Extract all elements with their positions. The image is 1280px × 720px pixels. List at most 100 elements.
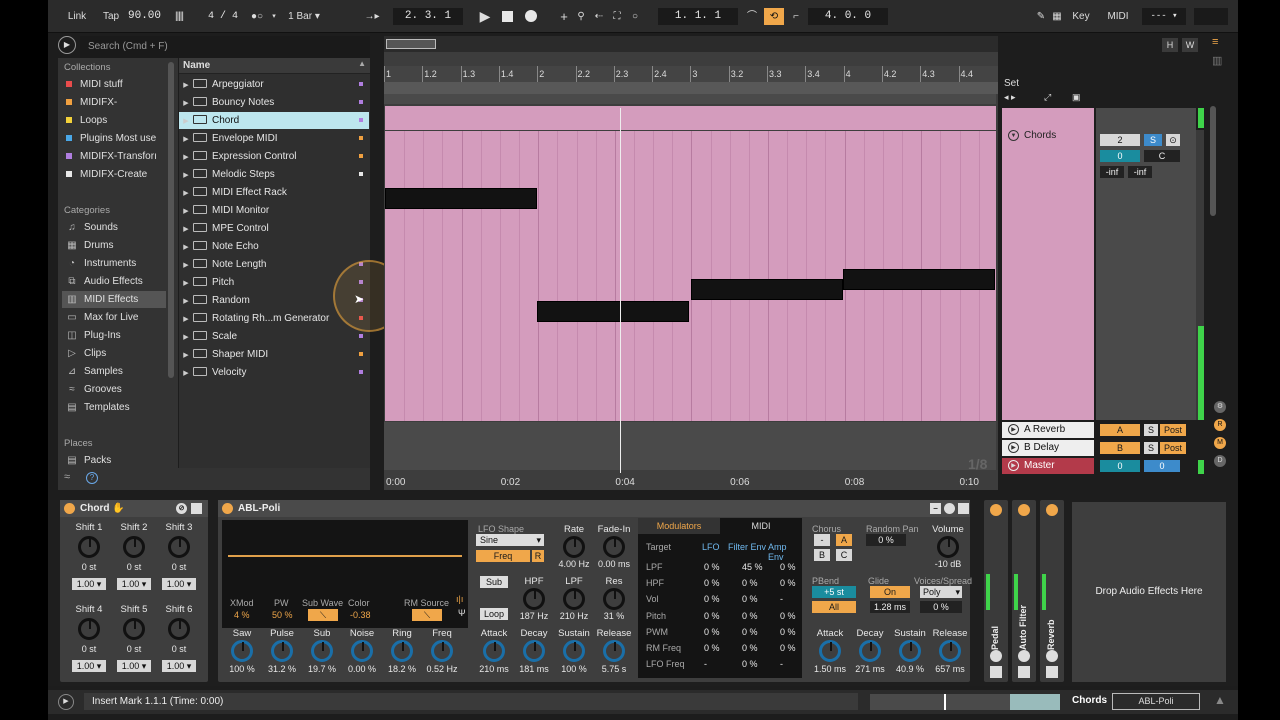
freq-knob[interactable] (431, 640, 453, 662)
category-item[interactable]: ◔ Instruments (66, 255, 136, 272)
key-map-button[interactable]: Key (1070, 8, 1092, 25)
punch-in-icon[interactable]: ⌒ (744, 8, 760, 25)
play-icon[interactable]: ▶ (478, 8, 492, 25)
arm-icon[interactable]: ⊙ (1166, 134, 1180, 146)
browser-toggle-icon[interactable]: ▶ (58, 36, 76, 54)
device-on-icon[interactable] (222, 503, 233, 514)
nav-arrows-icon[interactable]: ◂ ▸ (1004, 92, 1016, 103)
color-value[interactable]: -0.38 (350, 610, 371, 620)
chevron-down-icon[interactable]: ▾ (270, 8, 278, 25)
r-icon[interactable]: R (1214, 419, 1226, 431)
velocity-field[interactable]: 1.00 ▾ (162, 660, 196, 672)
mixer-scrollbar[interactable] (1210, 106, 1216, 216)
beat-ruler[interactable]: 1 1.2 1.3 1.4 2 2.2 2.3 2.4 3 3.2 3.3 3.4 4 4.2 4.3 4.4 (384, 66, 998, 82)
chorus-a-button[interactable]: A (836, 534, 852, 546)
lock-icon[interactable]: ▣ (1072, 92, 1081, 103)
lfo-amount[interactable]: - (704, 659, 707, 669)
velocity-field[interactable]: 1.00 ▾ (72, 660, 106, 672)
expand-arrow-icon[interactable]: ▶ (179, 149, 193, 166)
expand-arrow-icon[interactable]: ▶ (179, 77, 193, 94)
amp-env-amount[interactable]: - (780, 594, 783, 604)
hot-swap-icon[interactable] (944, 503, 955, 514)
scrub-overview[interactable] (384, 36, 998, 52)
browser-item[interactable]: ▶ Envelope MIDI (179, 130, 369, 147)
fade-in-knob[interactable] (603, 536, 625, 558)
panel-icon[interactable]: ▥ (1212, 54, 1226, 72)
modulators-tab[interactable]: Modulators (638, 518, 720, 534)
lfo-amount[interactable]: 0 % (704, 594, 720, 604)
expand-arrow-icon[interactable]: ▶ (179, 311, 193, 328)
track-number[interactable]: 2 (1100, 134, 1140, 146)
menu-icon[interactable]: ≡ (1212, 36, 1226, 50)
category-item[interactable]: ⧉ Audio Effects (66, 273, 142, 290)
loop-length-field[interactable]: 4. 0. 0 (808, 8, 888, 25)
filter-env-amount[interactable]: 0 % (742, 611, 758, 621)
lfo-amount[interactable]: 0 % (704, 578, 720, 588)
return-post[interactable]: Post (1160, 442, 1186, 454)
collection-item[interactable]: MIDIFX-Create (66, 166, 147, 183)
expand-arrow-icon[interactable]: ▶ (179, 293, 193, 310)
midi-note[interactable] (691, 279, 843, 300)
shift-knob[interactable] (78, 536, 100, 558)
chorus-off-button[interactable]: - (814, 534, 830, 546)
expand-arrow-icon[interactable]: ▶ (179, 239, 193, 256)
chord-header[interactable]: Chord ✋ ⊘ (60, 500, 208, 517)
sustain-knob[interactable] (899, 640, 921, 662)
time-signature[interactable]: 4 / 4 (206, 8, 240, 25)
shift-knob[interactable] (123, 536, 145, 558)
collection-item[interactable]: MIDI stuff (66, 76, 123, 93)
note-grid[interactable] (385, 131, 996, 421)
sort-arrow-icon[interactable]: ▲ (358, 59, 366, 68)
browser-item[interactable]: ▶ MPE Control (179, 220, 369, 237)
noise-knob[interactable] (351, 640, 373, 662)
browser-item[interactable]: ▶ Scale (179, 328, 369, 345)
browser-item[interactable]: ▶ Shaper MIDI (179, 346, 369, 363)
xmod-value[interactable]: 4 % (234, 610, 250, 620)
hpf-knob[interactable] (523, 588, 545, 610)
tap-button[interactable]: Tap (98, 8, 124, 25)
collection-item[interactable]: MIDIFX-Transforı (66, 148, 157, 165)
master-play-icon[interactable]: ▶ (1008, 460, 1019, 471)
m-icon[interactable]: M (1214, 437, 1226, 449)
minimize-icon[interactable]: − (930, 503, 941, 514)
device-menu-icon[interactable] (1018, 666, 1030, 678)
master-track[interactable]: ▶ Master (1002, 458, 1094, 474)
expand-arrow-icon[interactable]: ▶ (179, 167, 193, 184)
ring-knob[interactable] (391, 640, 413, 662)
hot-swap-icon[interactable] (1046, 650, 1058, 662)
velocity-field[interactable]: 1.00 ▾ (72, 578, 106, 590)
random-pan-value[interactable]: 0 % (866, 534, 906, 546)
browser-item[interactable]: ▶ Melodic Steps (179, 166, 369, 183)
sustain-knob[interactable] (563, 640, 585, 662)
category-item[interactable]: ▭ Max for Live (66, 309, 138, 326)
collapsed-device[interactable]: Reverb (1040, 500, 1064, 682)
groove-pool-icon[interactable]: ≈ (64, 471, 70, 483)
amp-env-amount[interactable]: 0 % (780, 562, 796, 572)
cue-button[interactable]: C (1144, 150, 1180, 162)
stop-icon[interactable] (502, 11, 513, 22)
overview-viewport[interactable] (386, 39, 436, 49)
device-menu-icon[interactable] (990, 666, 1002, 678)
lfo-amount[interactable]: 0 % (704, 611, 720, 621)
collection-item[interactable]: Loops (66, 112, 107, 129)
browser-item[interactable]: ▶ Velocity (179, 364, 369, 381)
attack-knob[interactable] (819, 640, 841, 662)
expand-arrow-icon[interactable]: ▶ (179, 275, 193, 292)
metronome-bars-icon[interactable]: ||||| (168, 8, 190, 25)
envelope-lane[interactable] (384, 422, 996, 470)
lfo-amount[interactable]: 0 % (704, 627, 720, 637)
velocity-field[interactable]: 1.00 ▾ (162, 578, 196, 590)
loop-switch-icon[interactable]: ⟲ (764, 8, 784, 25)
browser-item[interactable]: ▶ Note Length (179, 256, 369, 273)
device-menu-icon[interactable] (191, 503, 202, 514)
browser-item[interactable]: ▶ Chord (179, 112, 369, 129)
category-item[interactable]: ▥ MIDI Effects (62, 291, 166, 308)
draw-mode-icon[interactable]: ✎ (1034, 8, 1048, 25)
midi-note[interactable] (385, 188, 537, 209)
sub-button[interactable]: Sub (480, 576, 508, 588)
hot-swap-icon[interactable]: ⊘ (176, 503, 187, 514)
pw-value[interactable]: 50 % (272, 610, 293, 620)
solo-button[interactable]: S (1144, 134, 1162, 146)
automation-arm-icon[interactable]: ⚲ (574, 8, 588, 25)
expand-arrow-icon[interactable]: ▶ (179, 221, 193, 238)
